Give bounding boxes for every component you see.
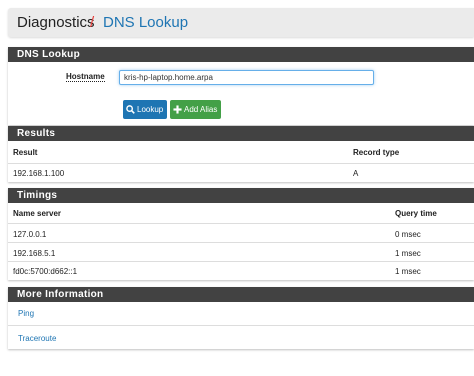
breadcrumb-diagnostics[interactable]: Diagnostics (17, 14, 95, 31)
name-server-value: 127.0.0.1 (13, 230, 47, 239)
table-row: 127.0.0.1 0 msec (8, 223, 474, 242)
search-icon (126, 105, 135, 114)
breadcrumb: Diagnostics / DNS Lookup (8, 8, 474, 37)
traceroute-link[interactable]: Traceroute (18, 334, 56, 343)
list-item: Traceroute (8, 325, 474, 349)
name-server-value: 192.168.5.1 (13, 249, 56, 258)
timings-header-row: Name server Query time (8, 203, 474, 223)
column-header-query-time: Query time (395, 209, 437, 218)
breadcrumb-dns-lookup[interactable]: DNS Lookup (103, 14, 188, 31)
query-time-value: 1 msec (395, 249, 421, 258)
add-alias-button[interactable]: Add Alias (170, 100, 221, 119)
record-type-value: A (353, 169, 359, 178)
table-row: fd0c:5700:d662::1 1 msec (8, 261, 474, 280)
table-row: 192.168.5.1 1 msec (8, 242, 474, 261)
results-panel-title: Results (8, 126, 474, 141)
results-header-row: Result Record type (8, 141, 474, 163)
column-header-name-server: Name server (13, 209, 62, 218)
breadcrumb-separator: / (90, 14, 95, 31)
query-time-value: 0 msec (395, 230, 421, 239)
lookup-button[interactable]: Lookup (123, 100, 167, 119)
table-row: 192.168.1.100 A (8, 163, 474, 182)
more-information-panel-title: More Information (8, 287, 474, 302)
hostname-input[interactable]: kris-hp-laptop.home.arpa (119, 70, 374, 85)
column-header-result: Result (13, 148, 38, 157)
dns-lookup-panel: DNS Lookup (8, 47, 474, 125)
add-alias-button-label: Add Alias (184, 105, 218, 114)
column-header-record-type: Record type (353, 148, 400, 157)
dns-lookup-panel-title: DNS Lookup (8, 47, 474, 62)
result-value: 192.168.1.100 (13, 169, 65, 178)
name-server-value: fd0c:5700:d662::1 (13, 267, 78, 276)
ping-link[interactable]: Ping (18, 309, 34, 318)
plus-icon (173, 105, 182, 114)
timings-panel-title: Timings (8, 188, 474, 203)
hostname-label: Hostname (66, 72, 105, 82)
query-time-value: 1 msec (395, 267, 421, 276)
lookup-button-label: Lookup (137, 105, 164, 114)
list-item: Ping (8, 302, 474, 325)
